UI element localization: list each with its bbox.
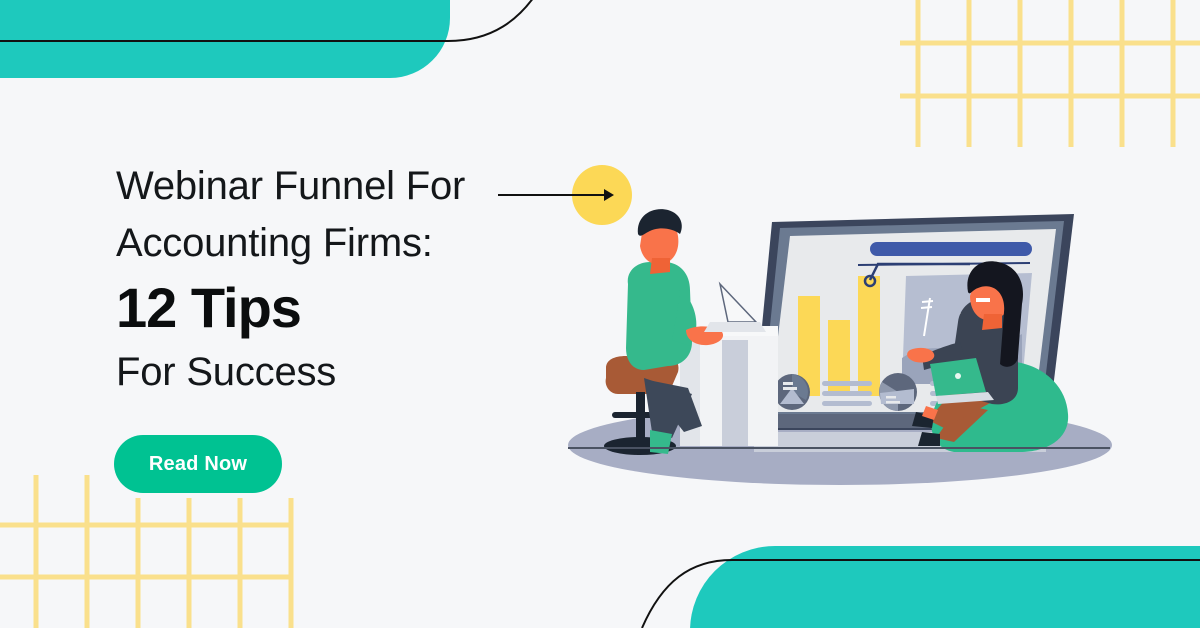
- woman-laptop-logo: [955, 373, 961, 379]
- text-lines-1: [822, 381, 872, 406]
- pie-chart-2: [879, 373, 917, 411]
- headline-line-2: Accounting Firms:: [116, 221, 433, 265]
- man-laptop-base: [704, 322, 766, 332]
- yellow-grid-top-right: [900, 0, 1200, 147]
- teal-shape-top-left: [0, 0, 450, 78]
- headline-emphasis: 12 Tips: [116, 276, 302, 339]
- blue-pill-bar: [870, 242, 1032, 256]
- headline-line-1: Webinar Funnel For: [116, 164, 466, 208]
- blog-promo-banner: Webinar Funnel For Accounting Firms: 12 …: [0, 0, 1200, 628]
- headline-block: Webinar Funnel For Accounting Firms: 12 …: [116, 158, 586, 401]
- man-laptop-screen: [718, 281, 758, 323]
- woman-mouth: [976, 298, 990, 302]
- pie-chart-1: [774, 374, 810, 410]
- man-shoe: [650, 430, 672, 454]
- read-now-button[interactable]: Read Now: [114, 435, 282, 493]
- man-neck: [650, 258, 670, 274]
- dashboard-illustration: [568, 209, 1112, 485]
- woman-neck: [982, 314, 1002, 330]
- teal-shape-bottom-right: [690, 546, 1200, 628]
- headline-line-4: For Success: [116, 350, 337, 394]
- bar-3: [858, 276, 880, 396]
